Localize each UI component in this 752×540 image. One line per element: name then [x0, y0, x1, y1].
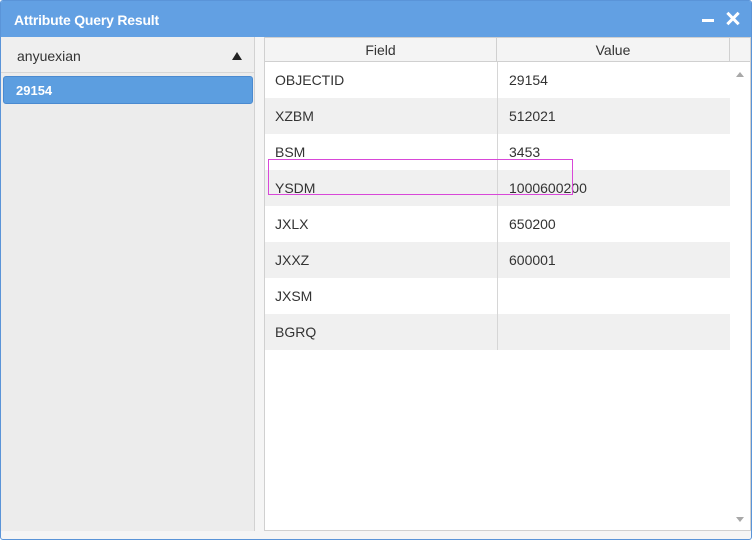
- value-cell: 3453: [497, 134, 730, 170]
- minimize-button[interactable]: [699, 10, 717, 28]
- field-cell: OBJECTID: [275, 72, 345, 88]
- field-cell: JXXZ: [275, 252, 310, 268]
- column-header-field[interactable]: Field: [265, 38, 497, 62]
- grid-body: OBJECTID 29154 XZBM 512021 BSM 3453 YSDM…: [265, 62, 730, 530]
- grid-header: Field Value: [265, 38, 750, 62]
- feature-list-panel: anyuexian 29154: [1, 37, 255, 531]
- table-row[interactable]: YSDM 1000600200: [265, 170, 730, 206]
- value-cell: 650200: [497, 206, 730, 242]
- table-row[interactable]: JXXZ 600001: [265, 242, 730, 278]
- column-header-value[interactable]: Value: [497, 38, 730, 62]
- feature-id-label: 29154: [16, 83, 53, 98]
- field-cell: XZBM: [275, 108, 314, 124]
- value-cell: 600001: [497, 242, 730, 278]
- field-cell: JXLX: [275, 216, 309, 232]
- layer-name: anyuexian: [17, 48, 81, 64]
- field-cell: BGRQ: [275, 324, 317, 340]
- close-button[interactable]: [724, 10, 742, 28]
- table-row[interactable]: JXLX 650200: [265, 206, 730, 242]
- scroll-up-arrow-icon[interactable]: [736, 72, 744, 77]
- column-header-spacer: [730, 38, 750, 62]
- window-title: Attribute Query Result: [14, 12, 159, 28]
- value-cell: 512021: [497, 98, 730, 134]
- table-row[interactable]: XZBM 512021: [265, 98, 730, 134]
- table-row[interactable]: OBJECTID 29154: [265, 62, 730, 98]
- table-row[interactable]: BSM 3453: [265, 134, 730, 170]
- attribute-grid: Field Value OBJECTID 29154 XZBM 512021 B…: [264, 37, 751, 531]
- table-row[interactable]: BGRQ: [265, 314, 730, 350]
- attribute-query-window: Attribute Query Result anyuexian 29154 F…: [0, 0, 752, 540]
- field-cell: YSDM: [275, 180, 316, 196]
- caret-up-icon: [232, 52, 242, 60]
- value-cell: 29154: [497, 62, 730, 98]
- layer-group-header[interactable]: anyuexian: [1, 37, 254, 73]
- value-cell: [497, 314, 730, 350]
- scroll-down-arrow-icon[interactable]: [736, 517, 744, 522]
- feature-item[interactable]: 29154: [3, 76, 253, 104]
- vertical-scrollbar[interactable]: [730, 62, 750, 530]
- title-bar[interactable]: Attribute Query Result: [1, 1, 751, 37]
- field-cell: BSM: [275, 144, 306, 160]
- field-cell: JXSM: [275, 288, 313, 304]
- value-cell: 1000600200: [497, 170, 730, 206]
- minimize-icon: [702, 19, 714, 22]
- value-cell: [497, 278, 730, 314]
- table-row[interactable]: JXSM: [265, 278, 730, 314]
